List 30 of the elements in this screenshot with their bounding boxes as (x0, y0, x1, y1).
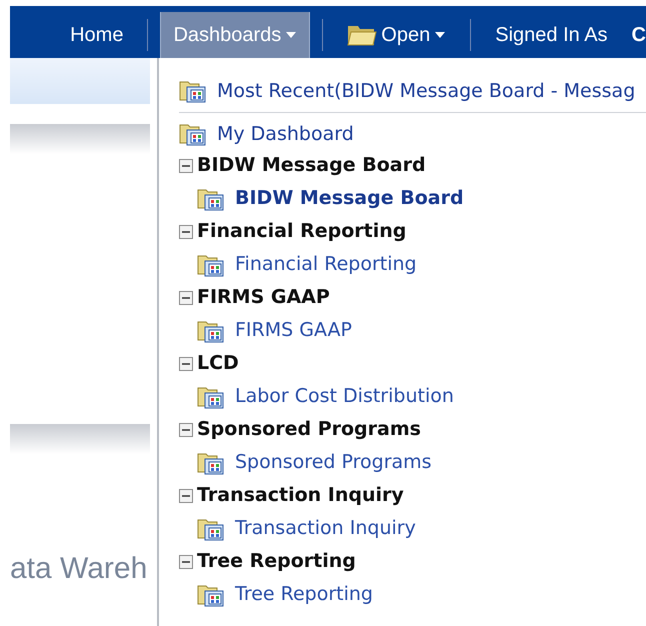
group-heading: FIRMS GAAP (197, 285, 330, 310)
collapse-icon[interactable] (179, 224, 193, 238)
nav-menu-button[interactable]: Dashboards (160, 12, 310, 58)
menu-item[interactable]: Sponsored Programs (179, 446, 646, 479)
signed-in-label: Signed In As (494, 23, 609, 48)
group-heading: Tree Reporting (197, 549, 356, 574)
group-heading: Transaction Inquiry (197, 483, 404, 508)
folder-icon (347, 23, 378, 47)
collapse-icon[interactable] (179, 158, 193, 172)
collapse-icon[interactable] (179, 422, 193, 436)
collapse-icon[interactable] (179, 488, 193, 502)
group-heading: BIDW Message Board (197, 153, 426, 178)
menu-item[interactable]: Labor Cost Distribution (179, 380, 646, 413)
menu-item[interactable]: Most Recent(BIDW Message Board - Messag (179, 76, 646, 106)
collapse-icon[interactable] (179, 356, 193, 370)
collapse-icon[interactable] (179, 290, 193, 304)
caret-icon (285, 31, 298, 39)
menu-item[interactable]: BIDW Message Board (179, 182, 646, 215)
group-heading: LCD (197, 351, 239, 376)
signed-in-label: C (630, 23, 646, 48)
menu-item[interactable]: Financial Reporting (179, 248, 646, 281)
menu-item[interactable]: My Dashboard (179, 119, 646, 149)
page-heading: ata Wareh (10, 551, 148, 587)
caret-icon (434, 31, 446, 39)
group-heading: Financial Reporting (197, 219, 406, 244)
group-heading: Sponsored Programs (197, 417, 421, 442)
menu-item[interactable]: Transaction Inquiry (179, 512, 646, 545)
collapse-icon[interactable] (179, 554, 193, 568)
menu-item[interactable]: Tree Reporting (179, 578, 646, 611)
menu-item[interactable]: FIRMS GAAP (179, 314, 646, 347)
